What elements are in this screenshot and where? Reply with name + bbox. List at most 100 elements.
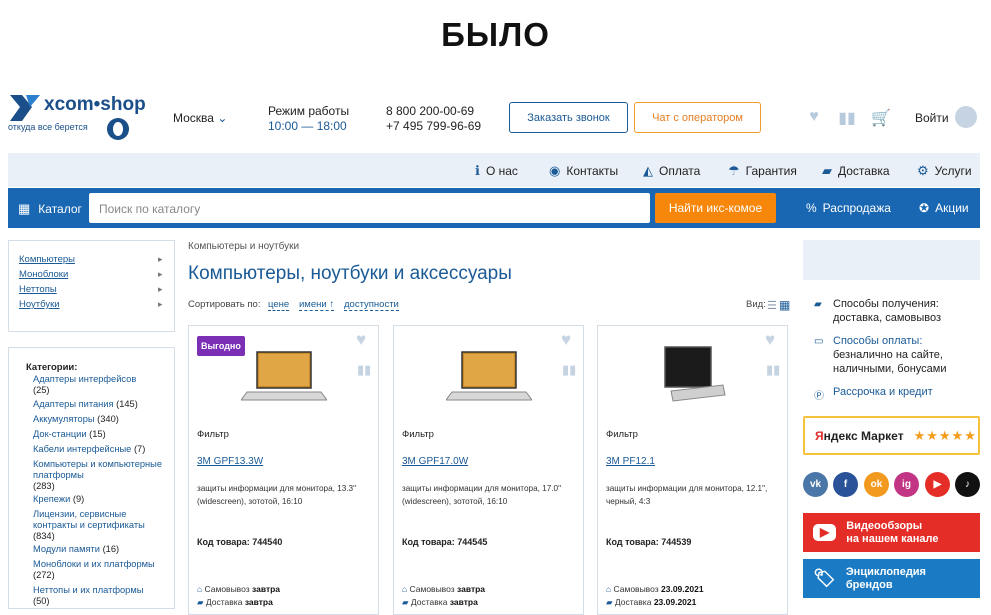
- product-image[interactable]: [241, 348, 327, 410]
- hours-value: 10:00 — 18:00: [268, 119, 347, 133]
- catalog-button[interactable]: ▦ Каталог: [18, 201, 82, 217]
- nav-contacts[interactable]: ◉ Контакты: [549, 163, 618, 179]
- list-item[interactable]: Лицензии, сервисные контракты и сертифик…: [33, 509, 168, 542]
- odnoklassniki-icon[interactable]: ok: [864, 472, 889, 497]
- favorite-icon[interactable]: ♥: [356, 330, 366, 350]
- product-code: Код товара: 744539: [606, 537, 692, 547]
- right-placeholder-box: [803, 240, 980, 280]
- promo-link[interactable]: ✪ Акции: [919, 201, 969, 215]
- page-title: Компьютеры, ноутбуки и аксессуары: [188, 263, 512, 284]
- list-item[interactable]: Крепежи (9): [33, 494, 168, 505]
- phone-2[interactable]: +7 495 799-96-69: [386, 119, 481, 133]
- product-image[interactable]: [651, 345, 737, 407]
- chevron-right-icon: ▸: [158, 269, 163, 279]
- pin-icon: ◉: [549, 163, 561, 178]
- product-name[interactable]: 3M GPF17.0W: [402, 456, 468, 467]
- umbrella-icon: ☂: [728, 163, 740, 178]
- phone-1[interactable]: 8 800 200-00-69: [386, 104, 474, 118]
- brand-encyclopedia-banner[interactable]: 🏷 Энциклопедия брендов: [803, 559, 980, 598]
- get-methods-label: Способы получения:: [833, 298, 939, 310]
- sort-availability[interactable]: доступности: [344, 299, 399, 311]
- nav-delivery[interactable]: ▰ Доставка: [822, 163, 890, 179]
- product-name[interactable]: 3M PF12.1: [606, 456, 655, 467]
- list-item[interactable]: Модули памяти (16): [33, 544, 168, 555]
- sidebar-item-monoblocks[interactable]: Моноблоки: [19, 269, 68, 280]
- sort-name[interactable]: имени ↑: [299, 299, 335, 311]
- truck-icon: ▰: [814, 299, 822, 310]
- pickup-info: ⌂ Самовывоз завтра: [197, 584, 281, 594]
- slide-title: БЫЛО: [441, 16, 550, 53]
- nav-payment[interactable]: ◭ Оплата: [643, 163, 700, 179]
- order-call-button[interactable]: Заказать звонок: [509, 102, 628, 133]
- search-button[interactable]: Найти икс-комое: [655, 193, 776, 223]
- compare-icon[interactable]: ▮▮: [357, 362, 371, 378]
- list-item[interactable]: Адаптеры питания (145): [33, 399, 168, 410]
- login-link[interactable]: Войти: [915, 111, 949, 125]
- grid-view-icon[interactable]: ▦: [779, 298, 790, 312]
- chevron-right-icon: ▸: [158, 284, 163, 294]
- youtube-icon[interactable]: ▶: [925, 472, 950, 497]
- deal-badge: Выгодно: [197, 336, 245, 356]
- delivery-info: ▰ Доставка завтра: [197, 597, 273, 607]
- search-input[interactable]: Поиск по каталогу: [89, 193, 650, 223]
- sidebar-item-nettops[interactable]: Неттопы: [19, 284, 57, 295]
- list-item[interactable]: Моноблоки и их платформы (272): [33, 559, 168, 581]
- list-item[interactable]: Неттопы и их платформы (50): [33, 585, 168, 607]
- nav-warranty[interactable]: ☂ Гарантия: [728, 163, 797, 179]
- badge-icon: ✪: [919, 201, 930, 215]
- video-reviews-banner[interactable]: ▶ Видеообзоры на нашем канале: [803, 513, 980, 552]
- product-type: Фильтр: [606, 429, 638, 440]
- sidebar-item-notebooks[interactable]: Ноутбуки: [19, 299, 60, 310]
- breadcrumb[interactable]: Компьютеры и ноутбуки: [188, 241, 299, 252]
- list-view-icon[interactable]: ☰: [767, 299, 777, 312]
- yandex-market-rating[interactable]: Яндекс Маркет ★★★★★: [803, 416, 980, 455]
- pay-methods-value-2: наличными, бонусами: [833, 363, 947, 375]
- list-item[interactable]: Док-станции (15): [33, 429, 168, 440]
- list-item[interactable]: Адаптеры интерфейсов (25): [33, 374, 168, 396]
- gear-icon: ⚙: [917, 163, 929, 178]
- city-selector[interactable]: Москва ⌄: [173, 111, 227, 125]
- categories-title: Категории:: [26, 362, 78, 373]
- store-icon: ⌂: [402, 584, 408, 594]
- compare-icon[interactable]: ▮▮: [838, 108, 856, 127]
- vk-icon[interactable]: vk: [803, 472, 828, 497]
- product-description: защиты информации для монитора, 13.3" (w…: [197, 484, 357, 506]
- instagram-icon[interactable]: ig: [894, 472, 919, 497]
- tiktok-icon[interactable]: ♪: [955, 472, 980, 497]
- pay-methods-label[interactable]: Способы оплаты:: [833, 334, 922, 348]
- heart-icon[interactable]: ♥: [805, 108, 823, 126]
- pay-methods-value-1: безналично на сайте,: [833, 349, 943, 361]
- get-methods-value: доставка, самовывоз: [833, 312, 942, 324]
- list-item[interactable]: Кабели интерфейсные (7): [33, 444, 168, 455]
- favorite-icon[interactable]: ♥: [561, 330, 571, 350]
- nav-about[interactable]: ℹО нас: [475, 163, 518, 179]
- cart-icon[interactable]: 🛒: [871, 108, 891, 127]
- nav-services[interactable]: ⚙ Услуги: [917, 163, 972, 179]
- delivery-info: ▰ Доставка 23.09.2021: [606, 597, 697, 607]
- operator-chat-button[interactable]: Чат с оператором: [634, 102, 761, 133]
- chevron-right-icon: ▸: [158, 299, 163, 309]
- ruble-icon: Ⓟ: [814, 391, 824, 402]
- product-description: защиты информации для монитора, 12.1", ч…: [606, 484, 768, 506]
- compare-icon[interactable]: ▮▮: [562, 362, 576, 378]
- credit-link[interactable]: Рассрочка и кредит: [833, 385, 933, 399]
- compare-icon[interactable]: ▮▮: [766, 362, 780, 378]
- store-icon: ⌂: [197, 584, 203, 594]
- delivery-info: ▰ Доставка завтра: [402, 597, 478, 607]
- product-type: Фильтр: [402, 429, 434, 440]
- favorite-icon[interactable]: ♥: [765, 330, 775, 350]
- avatar-icon[interactable]: [955, 106, 977, 128]
- sidebar-item-computers[interactable]: Компьютеры: [19, 254, 75, 265]
- list-item[interactable]: Компьютеры и компьютерные платформы (283): [33, 459, 168, 492]
- product-image[interactable]: [446, 348, 532, 410]
- chevron-right-icon: ▸: [158, 254, 163, 264]
- product-name[interactable]: 3M GPF13.3W: [197, 456, 263, 467]
- chevron-down-icon: ⌄: [217, 111, 228, 125]
- wallet-icon: ◭: [643, 163, 653, 178]
- sort-price[interactable]: цене: [268, 299, 290, 311]
- sale-link[interactable]: % Распродажа: [806, 201, 891, 215]
- logo-text[interactable]: xcom•shop: [44, 94, 146, 116]
- facebook-icon[interactable]: f: [833, 472, 858, 497]
- hours-label: Режим работы: [268, 104, 350, 118]
- list-item[interactable]: Аккумуляторы (340): [33, 414, 168, 425]
